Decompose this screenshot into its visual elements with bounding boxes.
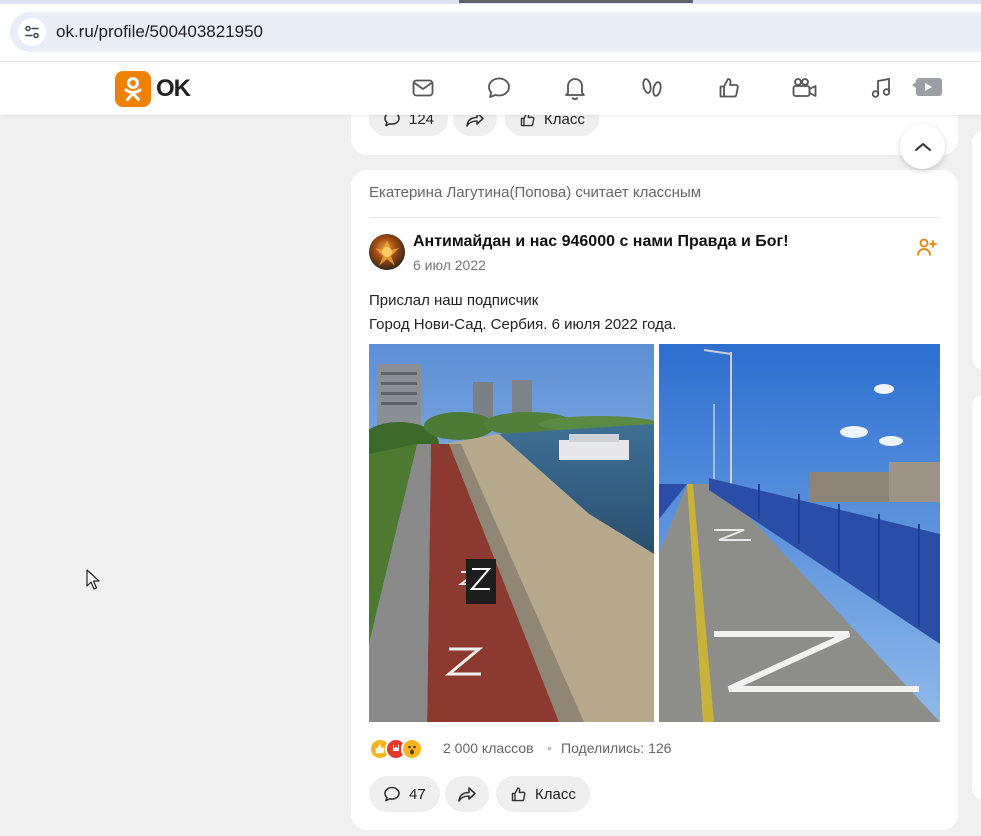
shares-count[interactable]: Поделились: 126 xyxy=(561,740,671,756)
post-text-line: Город Нови-Сад. Сербия. 6 июля 2022 года… xyxy=(369,316,677,333)
logo-text: OK xyxy=(156,75,191,102)
likes-icon[interactable] xyxy=(715,74,743,102)
group-name-link[interactable]: Антимайдан и нас 946000 с нами Правда и … xyxy=(413,233,789,251)
like-label: Класс xyxy=(535,785,576,803)
mail-icon[interactable] xyxy=(409,74,437,102)
active-tab-indicator[interactable] xyxy=(459,0,693,3)
comments-button[interactable]: 47 xyxy=(369,776,440,812)
stat-separator: • xyxy=(547,740,552,756)
video-icon[interactable] xyxy=(791,74,819,102)
divider xyxy=(369,217,940,218)
liked-by-text[interactable]: Екатерина Лагутина(Попова) считает класс… xyxy=(369,184,701,201)
ok-logo[interactable]: OK xyxy=(115,71,191,107)
post-photo-embankment[interactable] xyxy=(369,344,654,722)
tab-strip xyxy=(0,0,981,4)
browser-chrome: ok.ru/profile/500403821950 xyxy=(0,0,981,62)
share-icon xyxy=(458,787,476,802)
guests-icon[interactable] xyxy=(638,74,666,102)
bell-icon[interactable] xyxy=(561,74,589,102)
share-button[interactable] xyxy=(445,776,489,812)
side-widget-card xyxy=(972,395,981,800)
join-group-icon[interactable] xyxy=(916,236,938,258)
address-bar[interactable]: ok.ru/profile/500403821950 xyxy=(10,12,981,52)
reaction-wow-icon xyxy=(401,738,423,760)
like-button[interactable]: Класс xyxy=(496,776,590,812)
music-icon[interactable] xyxy=(867,74,895,102)
scroll-to-top-button[interactable] xyxy=(900,124,945,169)
post-text: Прислал наш подписчик Город Нови-Сад. Се… xyxy=(369,289,676,337)
url-text[interactable]: ok.ru/profile/500403821950 xyxy=(56,22,263,42)
chevron-up-icon xyxy=(914,142,931,151)
comments-count: 47 xyxy=(409,785,426,803)
post-photo-bridge[interactable] xyxy=(659,344,940,722)
video-play-icon[interactable] xyxy=(912,73,942,101)
side-widget-card xyxy=(972,130,981,370)
thumbs-up-icon xyxy=(511,786,526,801)
post-text-line: Прислал наш подписчик xyxy=(369,292,539,309)
group-avatar[interactable] xyxy=(369,234,405,270)
comment-icon xyxy=(384,786,400,802)
mouse-cursor-icon xyxy=(86,569,100,596)
chat-icon[interactable] xyxy=(485,74,513,102)
site-info-icon[interactable] xyxy=(18,18,46,46)
site-header: OK xyxy=(0,61,981,115)
reactions-summary[interactable] xyxy=(369,737,423,761)
likes-count[interactable]: 2 000 классов xyxy=(443,740,534,756)
feed-post-card: Екатерина Лагутина(Попова) считает класс… xyxy=(351,170,958,830)
ok-logo-icon xyxy=(115,71,151,107)
post-date[interactable]: 6 июл 2022 xyxy=(413,257,486,273)
